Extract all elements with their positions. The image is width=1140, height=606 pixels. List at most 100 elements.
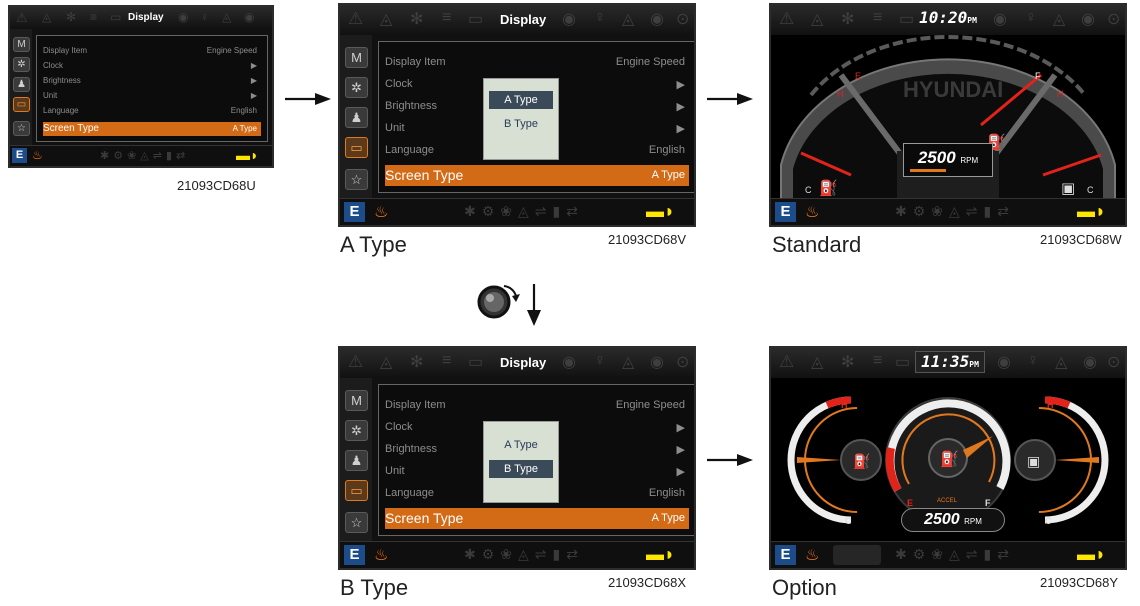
fuel-empty-label: E [855, 71, 861, 81]
oil-cold-label: C [1087, 185, 1094, 195]
user-icon[interactable]: ♟ [345, 107, 368, 128]
menu-row-unit[interactable]: Unit ▶ [43, 91, 261, 104]
option-gauge-screen: ⚠ ◬ ✻ ≡ ▭ 11:35PM ◉ ♀ ◬ ◉ ⊙ ⛽ H C ⛽ E F … [769, 346, 1127, 570]
display-icon[interactable]: ▭ [13, 97, 30, 112]
filter-icon: ◉ [997, 354, 1011, 371]
rpm-display: 2500 RPM [901, 508, 1005, 532]
user-icon[interactable]: ♟ [13, 77, 30, 92]
bottom-bar: E ♨ ✱⚙❀◬⇌▮⇄ ▬◗ [340, 541, 694, 568]
menu-row-display-item[interactable]: Display Item Engine Speed [385, 56, 689, 74]
right-arrow-icon [707, 454, 753, 466]
fuel-empty-label: E [907, 498, 913, 508]
rpm-bar [910, 169, 946, 172]
gear-icon[interactable]: ✲ [13, 57, 30, 72]
warning-icon: ⚠ [779, 9, 795, 28]
option-a-type[interactable]: A Type [489, 436, 553, 454]
screen-type-popup: A Type B Type [483, 421, 559, 503]
menu-button[interactable]: M [13, 37, 30, 52]
star-icon[interactable]: ☆ [345, 169, 368, 190]
screen-title: Display [500, 355, 547, 370]
temp-cold-label: C [805, 185, 812, 195]
brake-icon: ◉ [1081, 11, 1095, 28]
bottom-empty-slot [833, 545, 881, 565]
right-arrow-icon [285, 93, 331, 105]
e-mode-button[interactable]: E [344, 545, 365, 565]
screen-title: Display [128, 12, 164, 23]
standard-gauge-screen: ⚠ ◬ ✻ ≡ ▭ 10:20PM ◉ ♀ ◬ ◉ ⊙ H E F H C C … [769, 3, 1127, 227]
battery-icon: ▭ [895, 354, 911, 371]
lock-icon: ◬ [811, 354, 824, 371]
lamp-icon: ≡ [442, 9, 452, 26]
lock-icon: ◬ [380, 354, 393, 371]
coolant-icon: ⛽ [819, 179, 838, 197]
menu-row-display-item[interactable]: Display Item Engine Speed [385, 399, 689, 417]
e-mode-button[interactable]: E [775, 545, 796, 565]
top-status-bar: ⚠ ◬ ✻ ≡ ▭ Display ◉ ♀ ◬ ◉ ⊙ [340, 348, 694, 378]
menu-row-screen-type[interactable]: Screen Type A Type [385, 165, 689, 186]
temp-needle [797, 457, 841, 463]
e-mode-button[interactable]: E [344, 202, 365, 222]
star-icon[interactable]: ☆ [13, 121, 30, 136]
display-icon[interactable]: ▭ [345, 137, 368, 158]
temp-hot-label: H [841, 400, 848, 410]
oil-cold-label: C [1045, 516, 1052, 526]
e-mode-button[interactable]: E [12, 148, 27, 163]
warning-icon: ⚠ [348, 9, 364, 28]
menu-row-screen-type[interactable]: Screen Type A Type [43, 122, 261, 136]
preheat-icon: ⊙ [676, 354, 690, 371]
oil-hot-label: H [1057, 89, 1064, 99]
bottom-bar: E ♨ ✱⚙❀◬⇌▮⇄ ▬◗ [771, 541, 1125, 568]
brake-icon: ◉ [244, 10, 255, 24]
oil-icon: ♀ [200, 10, 209, 24]
turtle-icon: ▬◗ [236, 147, 259, 163]
bottom-bar: E ♨ ✱⚙❀◬⇌▮⇄ ▬◗ [771, 198, 1125, 225]
sidebar: M ✲ ♟ ▭ ☆ [340, 35, 372, 199]
brake-icon: ◉ [650, 354, 664, 371]
menu-row-clock[interactable]: Clock ▶ [43, 61, 261, 74]
work-mode-icon: ♨ [32, 148, 43, 162]
sidebar: M ✲ ♟ ▭ ☆ [10, 29, 32, 146]
rpm-display: 2500 RPM [903, 143, 993, 177]
filter-icon: ◉ [562, 354, 576, 371]
menu-button[interactable]: M [345, 390, 368, 411]
top-status-bar: ⚠ ◬ ✻ ≡ ▭ 11:35PM ◉ ♀ ◬ ◉ ⊙ [771, 348, 1125, 378]
status-icons: ✱⚙❀◬⇌▮⇄ [464, 546, 584, 562]
option-b-type[interactable]: B Type [489, 115, 553, 133]
figure-caption: B Type [340, 575, 409, 600]
lamp-icon: ≡ [873, 352, 883, 369]
brake-icon: ◉ [1083, 354, 1097, 371]
work-mode-icon: ♨ [374, 204, 389, 221]
menu-row-screen-type[interactable]: Screen Type A Type [385, 508, 689, 529]
temp-cold-label: C [845, 516, 852, 526]
option-b-type[interactable]: B Type [489, 460, 553, 478]
user-icon[interactable]: ♟ [345, 450, 368, 471]
star-icon[interactable]: ☆ [345, 512, 368, 533]
turtle-icon: ▬◗ [1077, 201, 1106, 221]
menu-row-language[interactable]: Language English [43, 106, 261, 119]
oil-icon: ♀ [594, 9, 606, 26]
screen-title: Display [500, 12, 547, 27]
menu-row-brightness[interactable]: Brightness ▶ [43, 76, 261, 89]
engine-icon: ✻ [841, 11, 855, 28]
engine-icon: ✻ [66, 10, 77, 24]
clock-display: 10:20PM [919, 8, 977, 27]
right-arrow-icon [707, 93, 753, 105]
figure-caption: Option [772, 575, 837, 600]
clock-display: 11:35PM [915, 351, 985, 373]
seatbelt-icon: ◬ [622, 11, 635, 28]
menu-button[interactable]: M [345, 47, 368, 68]
display-icon[interactable]: ▭ [345, 480, 368, 501]
gear-icon[interactable]: ✲ [345, 420, 368, 441]
engine-icon: ✻ [410, 354, 424, 371]
battery-icon: ▭ [468, 11, 484, 28]
menu-row-display-item[interactable]: Display Item Engine Speed [43, 46, 261, 59]
figure-code: 21093CD68V [608, 232, 687, 247]
fuel-full-label: F [1035, 71, 1041, 81]
figure-caption: Standard [772, 232, 862, 257]
oil-icon: ♀ [1025, 9, 1037, 26]
rotary-knob-icon [477, 285, 520, 319]
option-a-type[interactable]: A Type [489, 91, 553, 109]
e-mode-button[interactable]: E [775, 202, 796, 222]
status-icons: ✱⚙❀◬⇌▮⇄ [895, 203, 1015, 219]
gear-icon[interactable]: ✲ [345, 77, 368, 98]
